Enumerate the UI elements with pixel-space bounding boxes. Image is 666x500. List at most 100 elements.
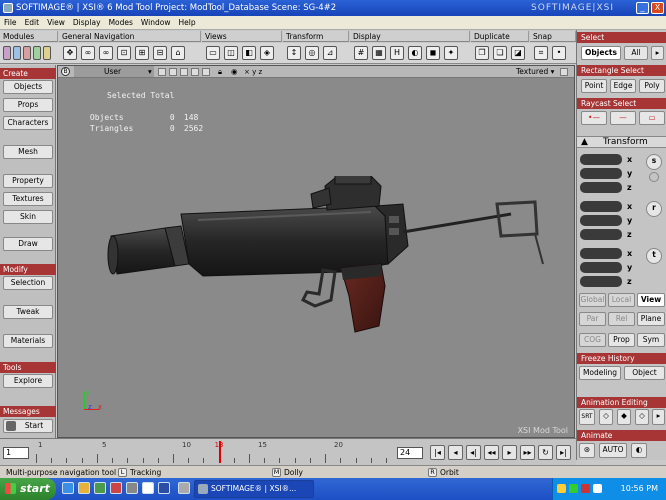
previous-key-icon[interactable]: ◂ <box>448 445 463 460</box>
frame-selection-icon[interactable]: ⊡ <box>117 46 131 60</box>
window-title-bar[interactable]: SOFTIMAGE® | XSI® 6 Mod Tool Project: Mo… <box>0 0 666 16</box>
top-view-icon[interactable]: ▭ <box>206 46 220 60</box>
key-icon[interactable]: ◆ <box>617 409 631 425</box>
reset-view-icon[interactable]: ⌂ <box>171 46 185 60</box>
binoculars-selected-icon[interactable]: ∞ <box>99 46 113 60</box>
loop-icon[interactable]: ↻ <box>538 445 553 460</box>
select-all-button[interactable]: All <box>624 46 648 60</box>
scale-z-field[interactable] <box>580 182 622 193</box>
modify-selection-button[interactable]: Selection <box>3 276 53 290</box>
module-model-icon[interactable] <box>3 46 11 60</box>
tray-icon[interactable] <box>581 484 590 493</box>
eye-icon[interactable]: ◉ <box>231 66 238 78</box>
binoculars-icon[interactable]: ∞ <box>81 46 95 60</box>
viewport-letter[interactable]: B <box>61 67 70 76</box>
create-textures-button[interactable]: Textures <box>3 192 53 206</box>
fast-forward-icon[interactable]: ▸▸ <box>520 445 535 460</box>
front-view-icon[interactable]: ◫ <box>224 46 238 60</box>
raycast-point-icon[interactable]: •— <box>581 111 607 125</box>
xyz-axes-icon[interactable]: × y z <box>244 66 262 78</box>
quicklaunch-word-icon[interactable] <box>158 482 170 494</box>
rotate-z-field[interactable] <box>580 229 622 240</box>
scale-button[interactable]: s <box>646 154 662 170</box>
quicklaunch-ie-icon[interactable] <box>62 482 74 494</box>
menu-file[interactable]: File <box>0 16 21 30</box>
space-view-button[interactable]: View <box>637 293 665 307</box>
translate-x-field[interactable] <box>580 248 622 259</box>
messages-start-button[interactable]: Start <box>3 419 53 433</box>
quicklaunch-media-icon[interactable] <box>94 482 106 494</box>
create-skin-button[interactable]: Skin <box>3 210 53 224</box>
snap-point-icon[interactable]: • <box>552 46 566 60</box>
module-animate-icon[interactable] <box>13 46 21 60</box>
wireframe-icon[interactable]: ▦ <box>372 46 386 60</box>
grid-icon[interactable]: # <box>354 46 368 60</box>
create-props-button[interactable]: Props <box>3 98 53 112</box>
raycast-edge-icon[interactable]: — <box>610 111 636 125</box>
key-options-icon[interactable]: ◐ <box>631 443 647 458</box>
translate-icon[interactable]: ↕ <box>287 46 301 60</box>
play-icon[interactable]: ▸ <box>502 445 517 460</box>
transform-section-header[interactable]: ▲ Transform <box>577 136 666 148</box>
freeze-modeling-button[interactable]: Modeling <box>579 366 621 380</box>
module-render-icon[interactable] <box>23 46 31 60</box>
scale-x-field[interactable] <box>580 154 622 165</box>
clone-icon[interactable]: ❏ <box>493 46 507 60</box>
key-icon[interactable]: ◇ <box>599 409 613 425</box>
textured-icon[interactable]: ◼ <box>426 46 440 60</box>
create-objects-button[interactable]: Objects <box>3 80 53 94</box>
rotate-y-field[interactable] <box>580 215 622 226</box>
viewport[interactable]: B User ▾ 🔒︎ ◉ × y z Textured ▾ Selected … <box>57 65 575 438</box>
scale-icon[interactable]: ⊿ <box>323 46 337 60</box>
close-button[interactable]: X <box>651 2 664 14</box>
vp-toggle-icon[interactable] <box>158 68 166 76</box>
lock-icon[interactable]: 🔒︎ <box>218 66 222 78</box>
prop-button[interactable]: Prop <box>608 333 635 347</box>
rotate-x-field[interactable] <box>580 201 622 212</box>
vp-toggle-icon[interactable] <box>202 68 210 76</box>
space-local-button[interactable]: Local <box>608 293 635 307</box>
space-global-button[interactable]: Global <box>579 293 606 307</box>
last-frame-icon[interactable]: ▸| <box>556 445 571 460</box>
first-frame-icon[interactable]: |◂ <box>430 445 445 460</box>
tray-icon[interactable] <box>569 484 578 493</box>
modify-materials-button[interactable]: Materials <box>3 334 53 348</box>
select-poly-button[interactable]: Poly <box>639 79 665 93</box>
module-hair-icon[interactable] <box>43 46 51 60</box>
quicklaunch-app-icon[interactable] <box>110 482 122 494</box>
translate-z-field[interactable] <box>580 276 622 287</box>
zoom-region-icon[interactable]: ⊟ <box>153 46 167 60</box>
maximize-viewport-icon[interactable] <box>560 68 568 76</box>
translate-y-field[interactable] <box>580 262 622 273</box>
vp-toggle-icon[interactable] <box>169 68 177 76</box>
create-property-button[interactable]: Property <box>3 174 53 188</box>
time-slider[interactable]: 1 5 10 15 20 13 <box>36 441 388 463</box>
scale-lock-icon[interactable] <box>649 172 659 182</box>
rotate-icon[interactable]: ◎ <box>305 46 319 60</box>
cog-button[interactable]: COG <box>579 333 606 347</box>
perspective-view-icon[interactable]: ◧ <box>242 46 256 60</box>
scale-y-field[interactable] <box>580 168 622 179</box>
menu-view[interactable]: View <box>43 16 69 30</box>
select-objects-button[interactable]: Objects <box>581 46 621 60</box>
navigation-tool-icon[interactable]: ✥ <box>63 46 77 60</box>
hull-icon[interactable]: H <box>390 46 404 60</box>
sym-button[interactable]: Sym <box>637 333 665 347</box>
menu-window[interactable]: Window <box>137 16 175 30</box>
modify-tweak-button[interactable]: Tweak <box>3 305 53 319</box>
rifle-model[interactable] <box>103 176 563 356</box>
srt-key-button[interactable]: SRT <box>579 409 595 425</box>
key-icon[interactable]: ◇ <box>635 409 649 425</box>
record-key-icon[interactable]: ⊛ <box>579 443 595 458</box>
create-characters-button[interactable]: Characters <box>3 116 53 130</box>
vp-toggle-icon[interactable] <box>191 68 199 76</box>
quicklaunch-app-icon[interactable] <box>142 482 154 494</box>
menu-edit[interactable]: Edit <box>21 16 44 30</box>
select-edge-button[interactable]: Edge <box>610 79 636 93</box>
lights-icon[interactable]: ✦ <box>444 46 458 60</box>
taskbar-item-xsi[interactable]: SOFTIMAGE® | XSI®... <box>194 480 314 498</box>
end-frame-field[interactable]: 24 <box>397 447 423 459</box>
camera-menu[interactable]: User ▾ <box>74 66 154 77</box>
shaded-icon[interactable]: ◐ <box>408 46 422 60</box>
rewind-icon[interactable]: ◂◂ <box>484 445 499 460</box>
